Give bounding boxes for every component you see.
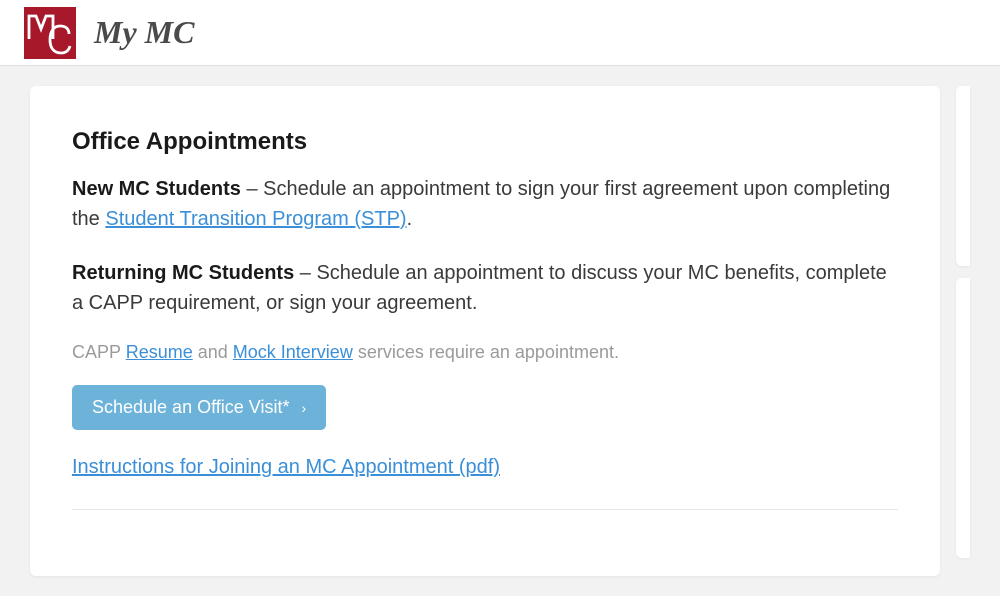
section-divider — [72, 509, 898, 510]
capp-suffix: services require an appointment. — [353, 342, 619, 362]
stp-link[interactable]: Student Transition Program (STP) — [105, 208, 406, 230]
new-students-label: New MC Students — [72, 178, 241, 200]
site-title: My MC — [94, 14, 194, 51]
returning-students-paragraph: Returning MC Students – Schedule an appo… — [72, 258, 898, 318]
mc-logo — [24, 7, 76, 59]
capp-services-note: CAPP Resume and Mock Interview services … — [72, 342, 898, 363]
schedule-visit-label: Schedule an Office Visit* — [92, 397, 289, 418]
returning-students-label: Returning MC Students — [72, 262, 294, 284]
instructions-pdf-link[interactable]: Instructions for Joining an MC Appointme… — [72, 456, 898, 479]
side-column — [956, 86, 970, 576]
capp-mid: and — [193, 342, 233, 362]
chevron-right-icon: › — [301, 400, 306, 416]
new-students-paragraph: New MC Students – Schedule an appointmen… — [72, 174, 898, 234]
schedule-visit-button[interactable]: Schedule an Office Visit* › — [72, 385, 326, 430]
content-area: Office Appointments New MC Students – Sc… — [0, 66, 1000, 596]
resume-link[interactable]: Resume — [126, 342, 193, 362]
capp-prefix: CAPP — [72, 342, 126, 362]
mc-logo-icon — [24, 7, 76, 59]
office-appointments-card: Office Appointments New MC Students – Sc… — [30, 86, 940, 576]
site-header: My MC — [0, 0, 1000, 66]
side-card-stub — [956, 86, 970, 266]
side-card-stub — [956, 278, 970, 558]
mock-interview-link[interactable]: Mock Interview — [233, 342, 353, 362]
new-students-text-after: . — [407, 208, 413, 230]
section-title: Office Appointments — [72, 128, 898, 156]
